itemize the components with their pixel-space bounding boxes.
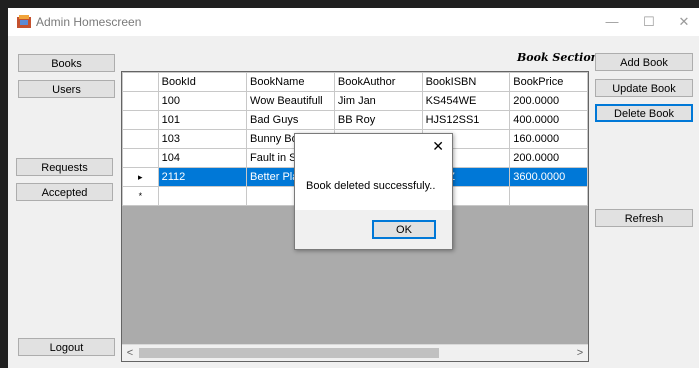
dialog-body: ✕ Book deleted successfuly.. [295,134,452,210]
cell-bookname[interactable]: Bad Guys [246,110,335,130]
cell-new[interactable] [157,186,248,206]
column-header-bookisbn[interactable]: BookISBN [421,72,511,92]
book-section-label: Book Section [517,51,599,64]
selected-row-indicator-icon[interactable]: ▸ [122,167,159,187]
title-bar: Admin Homescreen — ☐ ✕ [8,8,699,36]
app-icon [17,15,31,28]
row-header[interactable] [122,91,159,111]
table-row[interactable]: 100 Wow Beautifull Jim Jan KS454WE 200.0… [122,91,588,111]
update-book-button[interactable]: Update Book [595,79,693,97]
scroll-right-icon[interactable]: > [572,345,588,361]
requests-button[interactable]: Requests [16,158,113,176]
dialog-message: Book deleted successfuly.. [306,180,436,192]
cell-bookid[interactable]: 100 [157,91,248,111]
cell-bookid[interactable]: 2112 [157,167,248,187]
dialog-close-icon[interactable]: ✕ [432,138,444,155]
cell-bookauthor[interactable]: Jim Jan [333,91,423,111]
cell-bookauthor[interactable]: BB Roy [333,110,423,130]
cell-new[interactable] [509,186,588,206]
cell-bookprice[interactable]: 400.0000 [509,110,588,130]
row-header-corner [122,72,159,92]
new-row-indicator-icon[interactable]: * [122,186,159,206]
cell-bookid[interactable]: 104 [157,148,248,168]
cell-bookprice[interactable]: 200.0000 [509,148,588,168]
column-header-bookauthor[interactable]: BookAuthor [333,72,423,92]
cell-bookid[interactable]: 103 [157,129,248,149]
horizontal-scrollbar[interactable]: < > [122,344,588,361]
scroll-left-icon[interactable]: < [122,345,138,361]
column-header-bookprice[interactable]: BookPrice [509,72,588,92]
cell-bookprice[interactable]: 3600.0000 [509,167,588,187]
column-header-bookname[interactable]: BookName [246,72,335,92]
ok-button[interactable]: OK [372,220,436,239]
minimize-button[interactable]: — [597,12,627,32]
header-row: BookId BookName BookAuthor BookISBN Book… [122,72,588,92]
cell-bookisbn[interactable]: KS454WE [421,91,511,111]
row-header[interactable] [122,148,159,168]
maximize-button[interactable]: ☐ [634,12,664,32]
users-button[interactable]: Users [18,80,115,98]
cell-bookid[interactable]: 101 [157,110,248,130]
window-title: Admin Homescreen [36,15,142,29]
row-header[interactable] [122,110,159,130]
accepted-button[interactable]: Accepted [16,183,113,201]
scrollbar-thumb[interactable] [139,348,439,358]
cell-bookname[interactable]: Wow Beautifull [246,91,335,111]
row-header[interactable] [122,129,159,149]
delete-book-button[interactable]: Delete Book [595,104,693,122]
table-row[interactable]: 101 Bad Guys BB Roy HJS12SS1 400.0000 [122,110,588,130]
logout-button[interactable]: Logout [18,338,115,356]
message-dialog: ✕ Book deleted successfuly.. OK [294,133,453,250]
add-book-button[interactable]: Add Book [595,53,693,71]
cell-bookisbn[interactable]: HJS12SS1 [421,110,511,130]
column-header-bookid[interactable]: BookId [157,72,248,92]
admin-homescreen-window: Admin Homescreen — ☐ ✕ Books Users Reque… [8,8,699,368]
cell-bookprice[interactable]: 160.0000 [509,129,588,149]
books-button[interactable]: Books [18,54,115,72]
close-button[interactable]: ✕ [669,12,699,32]
refresh-button[interactable]: Refresh [595,209,693,227]
cell-bookprice[interactable]: 200.0000 [509,91,588,111]
